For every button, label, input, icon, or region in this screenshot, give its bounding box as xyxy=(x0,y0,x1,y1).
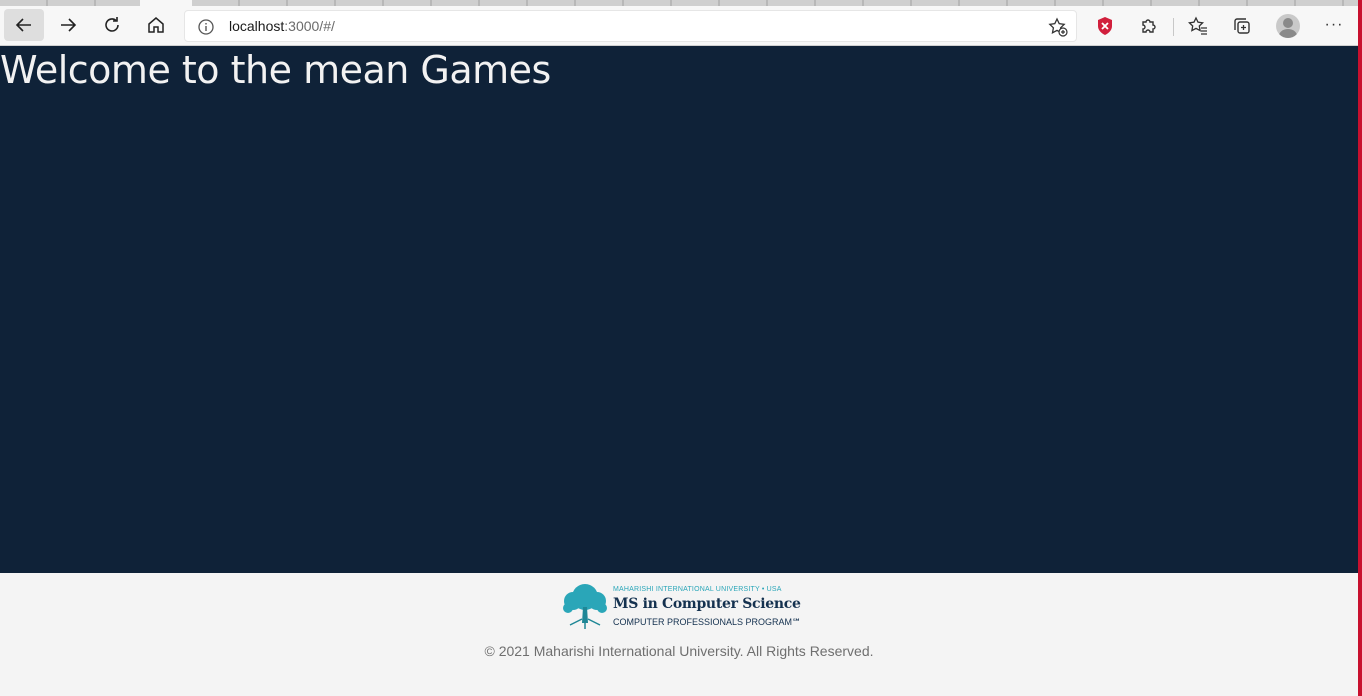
url-text[interactable]: localhost:3000/#/ xyxy=(229,18,335,34)
browser-toolbar: localhost:3000/#/ ··· xyxy=(0,6,1358,46)
favorites-button[interactable] xyxy=(1186,14,1210,38)
shield-extension-icon xyxy=(1098,17,1112,35)
toolbar-separator xyxy=(1173,18,1174,36)
more-button[interactable]: ··· xyxy=(1322,14,1346,38)
footer: MAHARISHI INTERNATIONAL UNIVERSITY • USA… xyxy=(0,573,1358,696)
university-logo: MAHARISHI INTERNATIONAL UNIVERSITY • USA… xyxy=(560,581,802,633)
add-favorite-icon[interactable] xyxy=(1048,17,1068,37)
puzzle-icon xyxy=(1142,19,1156,33)
back-arrow-icon xyxy=(15,18,31,32)
extensions-button[interactable] xyxy=(1137,14,1161,38)
shield-extension-button[interactable] xyxy=(1093,14,1117,38)
collections-button[interactable] xyxy=(1230,14,1254,38)
copyright-text: © 2021 Maharishi International Universit… xyxy=(484,643,874,659)
profile-avatar[interactable] xyxy=(1276,14,1300,38)
logo-line-program: MS in Computer Science xyxy=(613,596,801,612)
url-host: localhost xyxy=(229,18,285,34)
collections-icon xyxy=(1234,18,1250,34)
favorites-icon xyxy=(1188,16,1207,35)
forward-button[interactable] xyxy=(48,9,88,41)
info-icon[interactable] xyxy=(197,18,215,36)
logo-line-university: MAHARISHI INTERNATIONAL UNIVERSITY • USA xyxy=(613,586,782,593)
home-icon xyxy=(148,17,164,33)
avatar-body xyxy=(1279,29,1297,38)
avatar-head xyxy=(1283,18,1293,28)
page-heading: Welcome to the mean Games xyxy=(0,48,551,92)
reload-button[interactable] xyxy=(92,9,132,41)
back-button[interactable] xyxy=(4,9,44,41)
page-viewport: Welcome to the mean Games MAHARISHI INTE… xyxy=(0,46,1358,696)
address-bar[interactable]: localhost:3000/#/ xyxy=(184,10,1077,42)
window-edge xyxy=(1358,0,1362,696)
reload-icon xyxy=(105,17,119,32)
home-button[interactable] xyxy=(136,9,176,41)
hero-section: Welcome to the mean Games xyxy=(0,46,1358,573)
logo-line-cpp: COMPUTER PROFESSIONALS PROGRAM℠ xyxy=(613,617,802,627)
url-path: :3000/#/ xyxy=(284,18,335,34)
forward-arrow-icon xyxy=(61,18,77,32)
tree-logo-icon xyxy=(563,584,607,629)
